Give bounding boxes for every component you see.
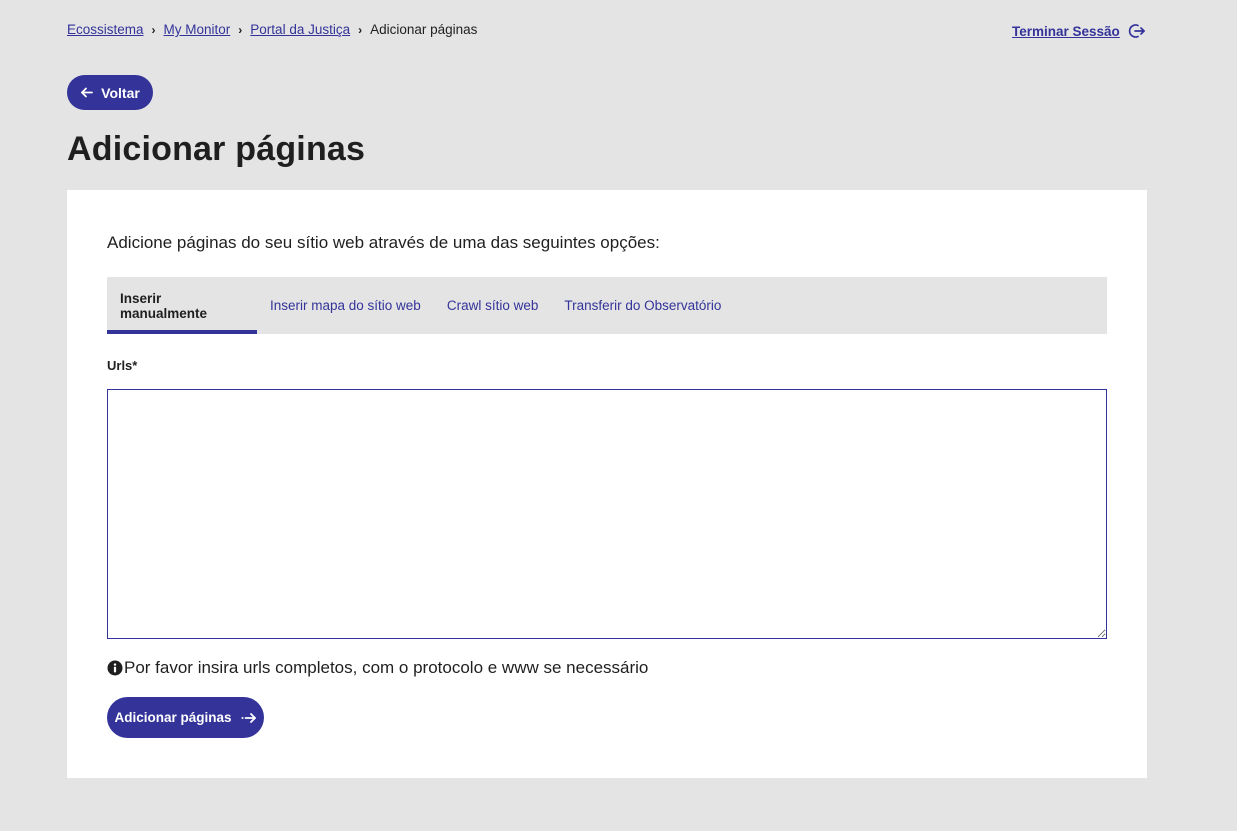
breadcrumb-current: Adicionar páginas (370, 22, 478, 37)
breadcrumb: Ecossistema › My Monitor › Portal da Jus… (67, 22, 477, 37)
page: Ecossistema › My Monitor › Portal da Jus… (0, 0, 1237, 831)
urls-label: Urls* (107, 358, 138, 373)
chevron-right-icon: › (358, 22, 363, 37)
chevron-right-icon: › (151, 22, 156, 37)
tab-bar: Inserir manualmente Inserir mapa do síti… (107, 277, 1107, 334)
page-title: Adicionar páginas (67, 130, 366, 168)
logout-link[interactable]: Terminar Sessão (1012, 22, 1146, 40)
hint-text: Por favor insira urls completos, com o p… (107, 658, 648, 678)
back-button-label: Voltar (101, 84, 140, 101)
tab-insert-sitemap[interactable]: Inserir mapa do sítio web (257, 277, 434, 334)
breadcrumb-link-ecossistema[interactable]: Ecossistema (67, 22, 144, 37)
tab-insert-manually[interactable]: Inserir manualmente (107, 277, 257, 334)
urls-textarea[interactable] (107, 389, 1107, 639)
add-pages-button[interactable]: Adicionar páginas (107, 697, 264, 738)
chevron-right-icon: › (238, 22, 243, 37)
add-pages-button-label: Adicionar páginas (114, 710, 232, 725)
tab-crawl-website[interactable]: Crawl sítio web (434, 277, 552, 334)
logout-label[interactable]: Terminar Sessão (1012, 24, 1120, 39)
arrow-left-icon (81, 87, 94, 98)
back-button[interactable]: Voltar (67, 75, 153, 110)
breadcrumb-link-my-monitor[interactable]: My Monitor (164, 22, 231, 37)
arrow-right-icon (241, 712, 256, 723)
tab-transfer-observatory[interactable]: Transferir do Observatório (551, 277, 734, 334)
breadcrumb-link-portal[interactable]: Portal da Justiça (250, 22, 350, 37)
intro-text: Adicione páginas do seu sítio web atravé… (107, 233, 660, 252)
logout-icon[interactable] (1128, 22, 1146, 40)
add-pages-card: Adicione páginas do seu sítio web atravé… (67, 190, 1147, 778)
info-icon (107, 660, 123, 676)
hint-label: Por favor insira urls completos, com o p… (124, 658, 649, 677)
